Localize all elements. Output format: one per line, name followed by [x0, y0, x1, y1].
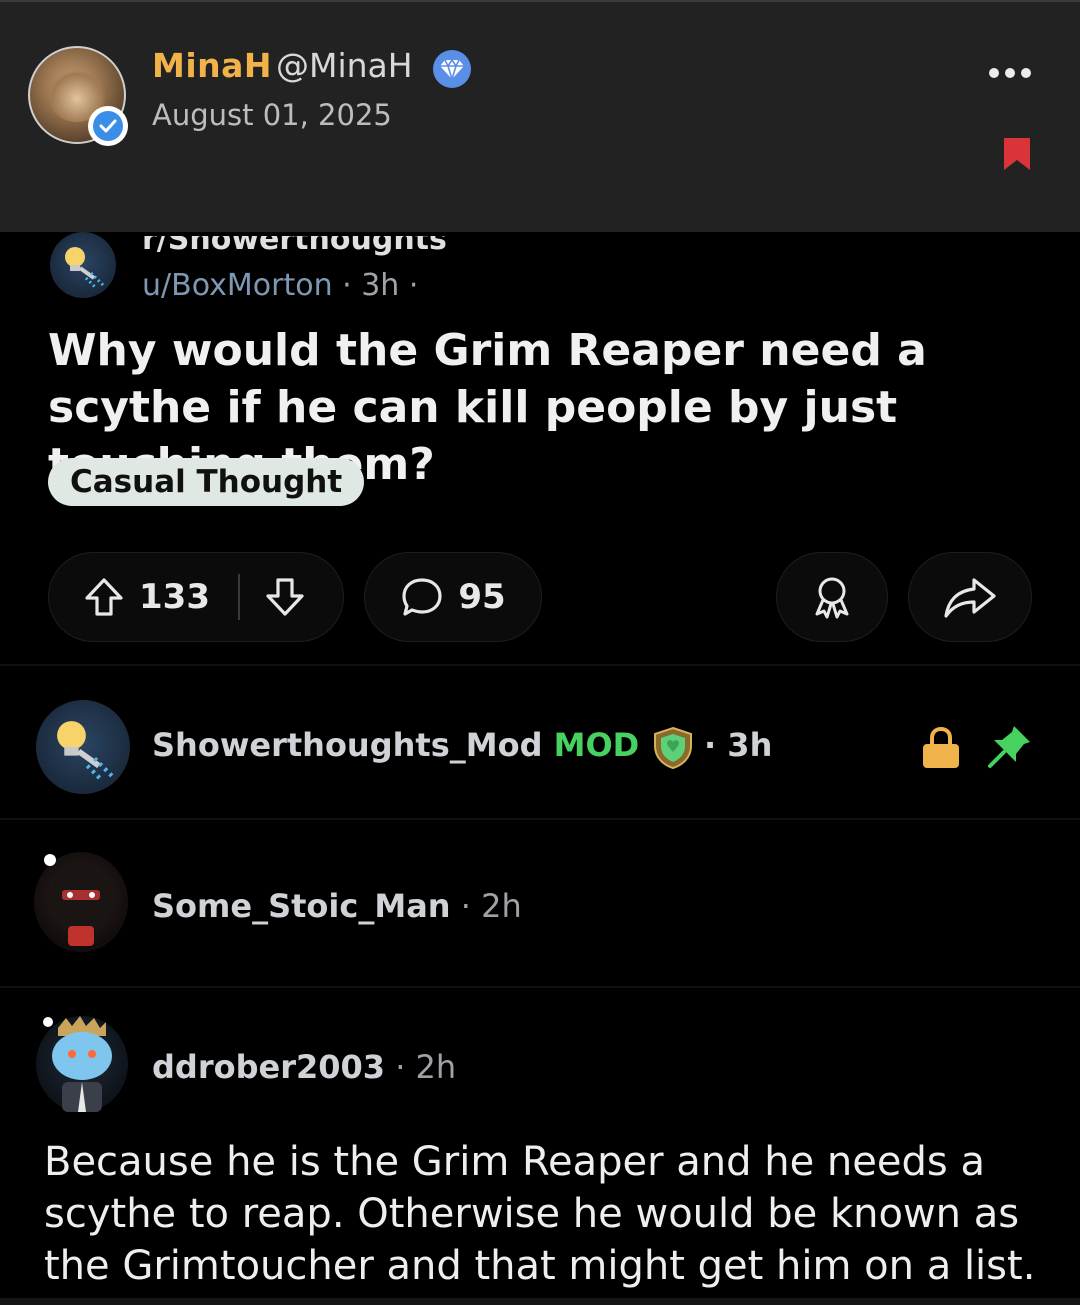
avatar-face-icon [44, 854, 111, 946]
post-meta: u/BoxMorton · 3h · [142, 268, 418, 303]
comment-count: 95 [458, 577, 506, 617]
author-handle[interactable]: @MinaH [276, 46, 413, 85]
more-icon [989, 68, 999, 78]
upvote-count: 133 [139, 577, 210, 617]
comment-author[interactable]: ddrober2003 [152, 1048, 385, 1086]
share-icon [944, 578, 996, 618]
pin-icon [988, 726, 1030, 768]
comment-time: · 2h [385, 1048, 457, 1086]
shield-icon [654, 726, 692, 770]
post-card-header: MinaH @MinaH August 01, 2025 [0, 0, 1080, 232]
comments-button[interactable]: 95 [364, 552, 542, 642]
author-name[interactable]: MinaH [152, 46, 272, 85]
post-time: 3h [361, 268, 400, 303]
comment-body: Because he is the Grim Reaper and he nee… [44, 1139, 1036, 1289]
award-icon [815, 577, 849, 619]
post-date: August 01, 2025 [152, 98, 392, 132]
vote-divider [237, 574, 240, 620]
comment-time: · 2h [450, 887, 522, 925]
avatar-face-icon [43, 1016, 112, 1112]
mod-label: MOD [553, 726, 640, 764]
user-avatar[interactable] [36, 1016, 128, 1112]
comment-author[interactable]: Showerthoughts_Mod [152, 726, 542, 764]
bottom-edge [0, 1298, 1080, 1305]
comment-time: · 3h [704, 726, 773, 764]
comment-author[interactable]: Some_Stoic_Man [152, 887, 451, 925]
divider [0, 986, 1080, 988]
verified-icon [88, 106, 128, 146]
comment-header: Some_Stoic_Man · 2h [152, 887, 522, 925]
comment-header: ddrober2003 · 2h [152, 1048, 456, 1086]
diamond-icon [433, 50, 471, 88]
lightbulb-shower-icon [65, 247, 105, 290]
lightbulb-shower-icon [57, 721, 114, 782]
post-flair[interactable]: Casual Thought [48, 458, 365, 506]
upvote-icon[interactable] [83, 576, 125, 618]
more-options-button[interactable] [985, 58, 1035, 88]
mod-avatar[interactable] [36, 700, 130, 794]
divider [0, 818, 1080, 820]
lock-icon [923, 726, 959, 768]
bookmark-icon[interactable] [1002, 138, 1032, 170]
downvote-icon[interactable] [264, 576, 306, 618]
user-avatar[interactable] [34, 852, 128, 952]
meta-separator: · [332, 268, 362, 303]
subreddit-avatar[interactable] [50, 232, 116, 298]
meta-trailing: · [399, 268, 419, 303]
vote-control: 133 [48, 552, 344, 642]
award-button[interactable] [776, 552, 888, 642]
post-author[interactable]: u/BoxMorton [142, 268, 333, 303]
comment-header-mod: Showerthoughts_Mod MOD [152, 726, 639, 764]
comment-icon [402, 578, 442, 616]
share-button[interactable] [908, 552, 1032, 642]
divider [0, 664, 1080, 666]
